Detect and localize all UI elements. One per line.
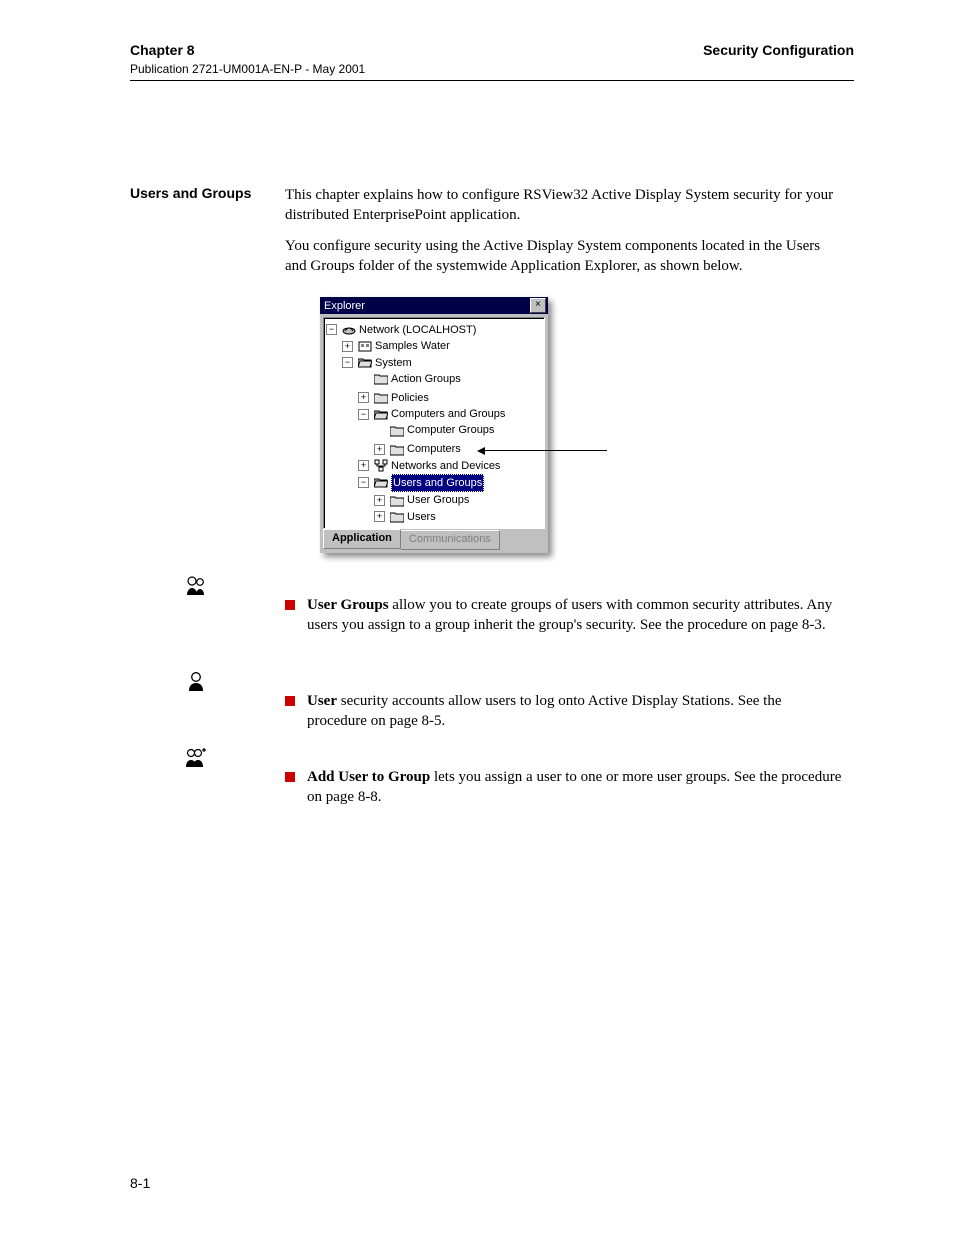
network-icon — [342, 323, 356, 336]
tree-user-groups[interactable]: + User Groups — [374, 492, 469, 508]
tree-root[interactable]: − Network (LOCALHOST) — [326, 322, 476, 338]
bullet2-lead: User — [307, 693, 337, 709]
bullet-add-user-to-group: Add User to Group lets you assign a user… — [285, 767, 844, 816]
network-devices-icon — [374, 459, 388, 472]
bullet2-rest: security accounts allow users to log ont… — [307, 693, 782, 729]
expand-icon[interactable]: + — [374, 495, 385, 506]
folder-icon — [374, 372, 388, 385]
user-icon — [183, 670, 209, 698]
folder-icon — [374, 391, 388, 404]
folder-icon — [390, 510, 404, 523]
tree-label: System — [375, 355, 412, 371]
bullet-square-icon — [285, 696, 295, 706]
expand-icon[interactable]: + — [342, 341, 353, 352]
bullet3-lead: Add User to Group — [307, 769, 430, 785]
explorer-title: Explorer — [324, 300, 365, 312]
explorer-tabs: Application Communications — [323, 530, 545, 550]
bullet-square-icon — [285, 772, 295, 782]
collapse-icon[interactable]: − — [342, 357, 353, 368]
expand-icon[interactable]: + — [374, 511, 385, 522]
tree-label: Computers and Groups — [391, 406, 505, 422]
tree-computer-groups[interactable]: Computer Groups — [374, 422, 494, 438]
bullet-user: User security accounts allow users to lo… — [285, 691, 844, 740]
user-groups-icon — [183, 574, 209, 602]
project-icon — [358, 340, 372, 353]
tab-application[interactable]: Application — [323, 529, 401, 549]
tree-system[interactable]: − System — [342, 355, 412, 371]
tree-networks-devices[interactable]: + Networks and Devices — [358, 458, 500, 474]
chapter-label: Chapter 8 — [130, 42, 195, 58]
close-icon[interactable]: × — [530, 298, 546, 313]
collapse-icon[interactable]: − — [358, 409, 369, 420]
page-number: 8-1 — [130, 1175, 150, 1191]
callout-arrow — [481, 450, 607, 451]
running-head: Chapter 8 Security Configuration Publica… — [130, 42, 854, 81]
side-heading: Users and Groups — [130, 185, 270, 201]
expand-icon[interactable]: + — [358, 460, 369, 471]
collapse-icon[interactable]: − — [358, 477, 369, 488]
bullet-square-icon — [285, 600, 295, 610]
tree-computers[interactable]: + Computers — [374, 441, 461, 457]
chapter-title: Security Configuration — [703, 42, 854, 58]
tree-label: Computer Groups — [407, 422, 494, 438]
folder-open-icon — [374, 476, 388, 489]
tree-label: Action Groups — [391, 371, 461, 387]
tree-label-selected: Users and Groups — [391, 474, 484, 492]
tree-label: Policies — [391, 390, 429, 406]
tree-computers-and-groups[interactable]: − Computers and Groups — [358, 406, 505, 422]
tree-label: Network (LOCALHOST) — [359, 322, 476, 338]
tree-label: User Groups — [407, 492, 469, 508]
tree-action-groups[interactable]: Action Groups — [358, 371, 461, 387]
tree-users[interactable]: + Users — [374, 509, 436, 525]
add-user-to-group-icon — [183, 746, 209, 774]
expand-icon[interactable]: + — [374, 444, 385, 455]
intro-p2: You configure security using the Active … — [285, 236, 844, 277]
folder-icon — [390, 443, 404, 456]
expand-icon[interactable]: + — [358, 392, 369, 403]
tree-policies[interactable]: + Policies — [358, 390, 429, 406]
collapse-icon[interactable]: − — [326, 324, 337, 335]
publication-id: Publication 2721-UM001A-EN-P - May 2001 — [130, 62, 854, 76]
bullet1-lead: User Groups — [307, 597, 389, 613]
bullet-user-groups: User Groups allow you to create groups o… — [285, 595, 844, 644]
explorer-tree[interactable]: − Network (LOCALHOST) + — [323, 317, 545, 529]
tree-users-and-groups[interactable]: − Users and Groups — [358, 474, 484, 492]
tree-label: Users — [407, 509, 436, 525]
folder-icon — [390, 494, 404, 507]
intro-p1: This chapter explains how to configure R… — [285, 185, 844, 226]
explorer-window: Explorer × − Network (LOCALHOST) — [320, 297, 548, 553]
tree-label: Computers — [407, 441, 461, 457]
folder-open-icon — [358, 356, 372, 369]
explorer-titlebar[interactable]: Explorer × — [320, 297, 548, 314]
tree-label: Networks and Devices — [391, 458, 500, 474]
tree-samples-water[interactable]: + Samples Water — [342, 338, 450, 354]
folder-icon — [390, 424, 404, 437]
folder-open-icon — [374, 408, 388, 421]
tab-communications[interactable]: Communications — [400, 530, 500, 550]
tree-label: Samples Water — [375, 338, 450, 354]
intro-text: This chapter explains how to configure R… — [285, 185, 844, 286]
